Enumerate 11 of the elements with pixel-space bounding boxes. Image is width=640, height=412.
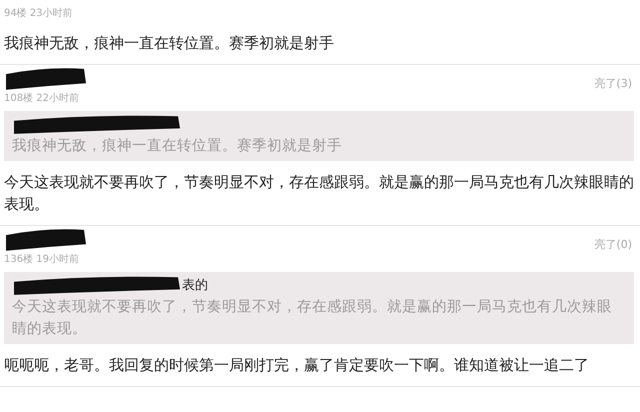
comment-text: 呃呃呃，老哥。我回复的时候第一局刚打完，赢了肯定要吹一下啊。谁知道被让一追二了 (4, 355, 590, 376)
comment-text: 我痕神无敌，痕神一直在转位置。赛季初就是射手 (4, 33, 335, 54)
likes-count[interactable]: 亮了(0) (594, 237, 632, 252)
floor-time: 136楼 19小时前 (4, 252, 80, 267)
likes-count[interactable]: 亮了(3) (594, 76, 632, 91)
quote-text: 今天这表现就不要再吹了，节奏明显不对，存在感跟弱。就是赢的那一局马克也有几次辣眼睛的表现。 (12, 298, 613, 339)
floor-time: 94楼 23小时前 (4, 6, 74, 21)
quote-text: 我痕神无敌，痕神一直在转位置。赛季初就是射手 (12, 136, 343, 156)
quote-author: 表的 (182, 277, 208, 294)
floor-time: 108楼 22小时前 (4, 92, 80, 106)
comment-text: 今天这表现就不要再吹了，节奏明显不对，存在感跟弱。就是赢的那一局马克也有几次辣眼睛的表现。 (4, 172, 634, 215)
